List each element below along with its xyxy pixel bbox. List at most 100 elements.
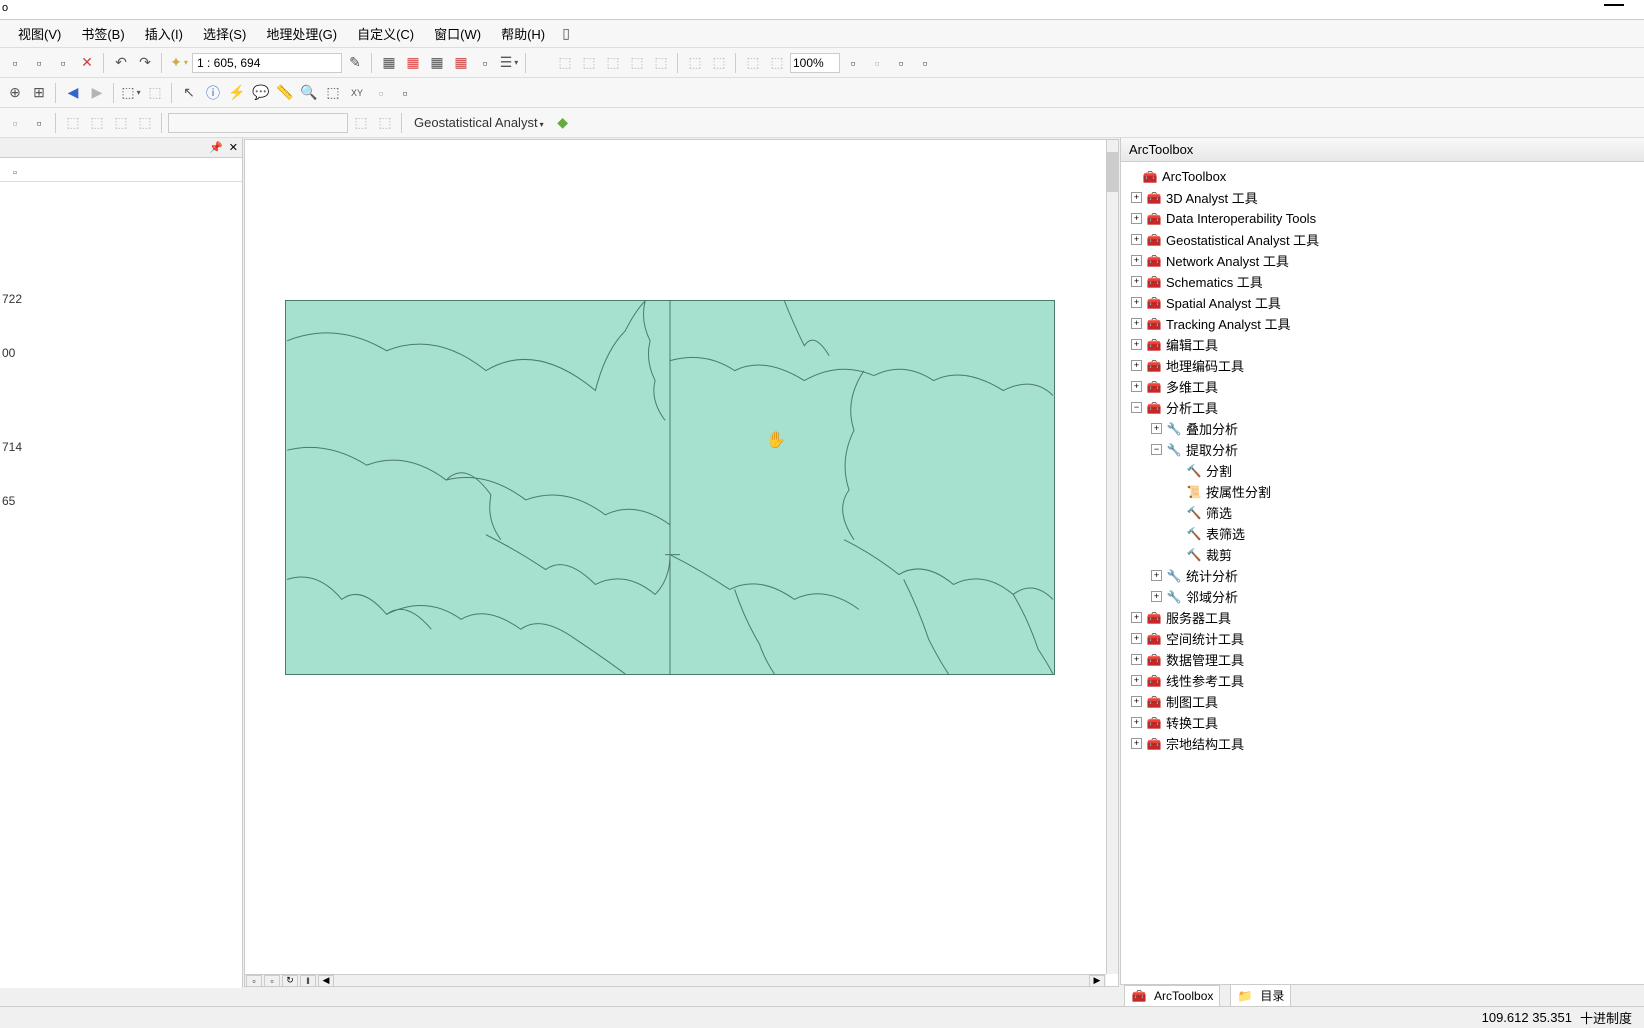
- expand-icon[interactable]: +: [1131, 339, 1142, 350]
- scroll-left-icon[interactable]: ◀: [318, 975, 334, 987]
- t9-icon[interactable]: ⬚: [766, 52, 788, 74]
- data-view-icon[interactable]: ▫: [246, 975, 262, 987]
- e8-icon[interactable]: ⬚: [374, 112, 396, 134]
- vertical-scrollbar[interactable]: [1106, 140, 1118, 974]
- tree-item-network[interactable]: + 🧰 Network Analyst 工具: [1125, 250, 1640, 271]
- tree-item-linear-ref[interactable]: + 🧰 线性参考工具: [1125, 670, 1640, 691]
- expand-icon[interactable]: +: [1131, 213, 1142, 224]
- horizontal-scrollbar[interactable]: ▫ ▫ ↻ ‖ ◀ ▶: [245, 974, 1106, 986]
- list-icon[interactable]: ▫: [4, 162, 26, 184]
- expand-icon[interactable]: +: [1151, 570, 1162, 581]
- expand-icon[interactable]: +: [1151, 423, 1162, 434]
- e1-icon[interactable]: ▫: [4, 112, 26, 134]
- editor-icon[interactable]: ✎: [344, 52, 366, 74]
- minimize-button[interactable]: [1604, 4, 1624, 6]
- expand-icon[interactable]: +: [1131, 633, 1142, 644]
- measure-icon[interactable]: 📏: [274, 82, 296, 104]
- expand-icon[interactable]: +: [1131, 738, 1142, 749]
- collapse-icon[interactable]: −: [1131, 402, 1142, 413]
- zoom-input[interactable]: [790, 53, 840, 73]
- open-icon[interactable]: ▫: [28, 52, 50, 74]
- scale-input[interactable]: [192, 53, 342, 73]
- pin-icon[interactable]: 📌: [209, 141, 223, 154]
- e6-icon[interactable]: ⬚: [134, 112, 156, 134]
- expand-icon[interactable]: +: [1131, 654, 1142, 665]
- expand-icon[interactable]: +: [1131, 675, 1142, 686]
- map-view[interactable]: ✋ ▫ ▫ ↻ ‖ ◀ ▶: [244, 139, 1119, 987]
- tree-item-conversion[interactable]: + 🧰 转换工具: [1125, 712, 1640, 733]
- menu-selection[interactable]: 选择(S): [193, 20, 256, 47]
- scrollbar-thumb[interactable]: [1107, 152, 1118, 192]
- menu-insert[interactable]: 插入(I): [135, 20, 193, 47]
- t6-icon[interactable]: ⬚: [684, 52, 706, 74]
- e4-icon[interactable]: ⬚: [86, 112, 108, 134]
- python-icon[interactable]: ▫: [474, 52, 496, 74]
- add-data-icon[interactable]: ✦: [168, 52, 190, 74]
- tree-item-multidim[interactable]: + 🧰 多维工具: [1125, 376, 1640, 397]
- find-route-icon[interactable]: ⬚: [322, 82, 344, 104]
- tree-item-clip[interactable]: 🔨 裁剪: [1125, 544, 1640, 565]
- tree-item-extract[interactable]: − 🔧 提取分析: [1125, 439, 1640, 460]
- menu-customize[interactable]: 自定义(C): [347, 20, 424, 47]
- t3-icon[interactable]: ⬚: [602, 52, 624, 74]
- t7-icon[interactable]: ⬚: [708, 52, 730, 74]
- clear-selection-icon[interactable]: ⬚: [144, 82, 166, 104]
- t4-icon[interactable]: ⬚: [626, 52, 648, 74]
- tree-item-server[interactable]: + 🧰 服务器工具: [1125, 607, 1640, 628]
- tree-item-spatial-stats[interactable]: + 🧰 空间统计工具: [1125, 628, 1640, 649]
- expand-icon[interactable]: +: [1151, 591, 1162, 602]
- save-icon[interactable]: ▫: [52, 52, 74, 74]
- expand-icon[interactable]: +: [1131, 318, 1142, 329]
- menu-geoprocessing[interactable]: 地理处理(G): [256, 20, 347, 47]
- collapse-icon[interactable]: −: [1151, 444, 1162, 455]
- t1-icon[interactable]: ⬚: [554, 52, 576, 74]
- tab-arctoolbox[interactable]: 🧰 ArcToolbox: [1124, 985, 1220, 1007]
- expand-icon[interactable]: +: [1131, 234, 1142, 245]
- menu-extra-icon[interactable]: ▯: [555, 23, 577, 45]
- tree-item-analysis[interactable]: − 🧰 分析工具: [1125, 397, 1640, 418]
- t12-icon[interactable]: ▫: [914, 52, 936, 74]
- html-popup-icon[interactable]: 💬: [250, 82, 272, 104]
- new-icon[interactable]: ▫: [4, 52, 26, 74]
- close-icon[interactable]: ✕: [229, 141, 238, 154]
- goto-xy-icon[interactable]: XY: [346, 82, 368, 104]
- map-canvas[interactable]: ✋: [245, 140, 1106, 974]
- tree-item-proximity[interactable]: + 🔧 邻域分析: [1125, 586, 1640, 607]
- t8-icon[interactable]: ⬚: [742, 52, 764, 74]
- t5-icon[interactable]: ⬚: [650, 52, 672, 74]
- table-icon[interactable]: ▦: [378, 52, 400, 74]
- select-features-icon[interactable]: ⬚: [120, 82, 142, 104]
- find-icon[interactable]: 🔍: [298, 82, 320, 104]
- pointer-icon[interactable]: ↖: [178, 82, 200, 104]
- expand-icon[interactable]: +: [1131, 381, 1142, 392]
- t10-icon[interactable]: ▫: [866, 52, 888, 74]
- tree-item-schematics[interactable]: + 🧰 Schematics 工具: [1125, 271, 1640, 292]
- model-icon[interactable]: ☰: [498, 52, 520, 74]
- expand-icon[interactable]: +: [1131, 192, 1142, 203]
- undo-icon[interactable]: ↶: [110, 52, 132, 74]
- tree-item-split[interactable]: 🔨 分割: [1125, 460, 1640, 481]
- e2-icon[interactable]: ▫: [28, 112, 50, 134]
- refresh-icon[interactable]: ↻: [282, 975, 298, 987]
- tree-item-editing[interactable]: + 🧰 编辑工具: [1125, 334, 1640, 355]
- search-icon[interactable]: ▦: [450, 52, 472, 74]
- expand-icon[interactable]: +: [1131, 276, 1142, 287]
- full-extent-icon[interactable]: ⊞: [28, 82, 50, 104]
- layout-view-icon[interactable]: ▫: [264, 975, 280, 987]
- expand-icon[interactable]: +: [1131, 255, 1142, 266]
- tree-item-overlay[interactable]: + 🔧 叠加分析: [1125, 418, 1640, 439]
- delete-icon[interactable]: ✕: [76, 52, 98, 74]
- expand-icon[interactable]: +: [1131, 360, 1142, 371]
- redo-icon[interactable]: ↷: [134, 52, 156, 74]
- tree-item-geostatistical[interactable]: + 🧰 Geostatistical Analyst 工具: [1125, 229, 1640, 250]
- tree-item-parcel[interactable]: + 🧰 宗地结构工具: [1125, 733, 1640, 754]
- expand-icon[interactable]: +: [1131, 696, 1142, 707]
- tree-root[interactable]: 🧰 ArcToolbox: [1125, 166, 1640, 187]
- e5-icon[interactable]: ⬚: [110, 112, 132, 134]
- t11-icon[interactable]: ▫: [890, 52, 912, 74]
- geo-wizard-icon[interactable]: ◆: [552, 112, 574, 134]
- e7-icon[interactable]: ⬚: [350, 112, 372, 134]
- tree-item-select[interactable]: 🔨 筛选: [1125, 502, 1640, 523]
- zoom-in-icon[interactable]: ⊕: [4, 82, 26, 104]
- viewer-icon[interactable]: ▫: [394, 82, 416, 104]
